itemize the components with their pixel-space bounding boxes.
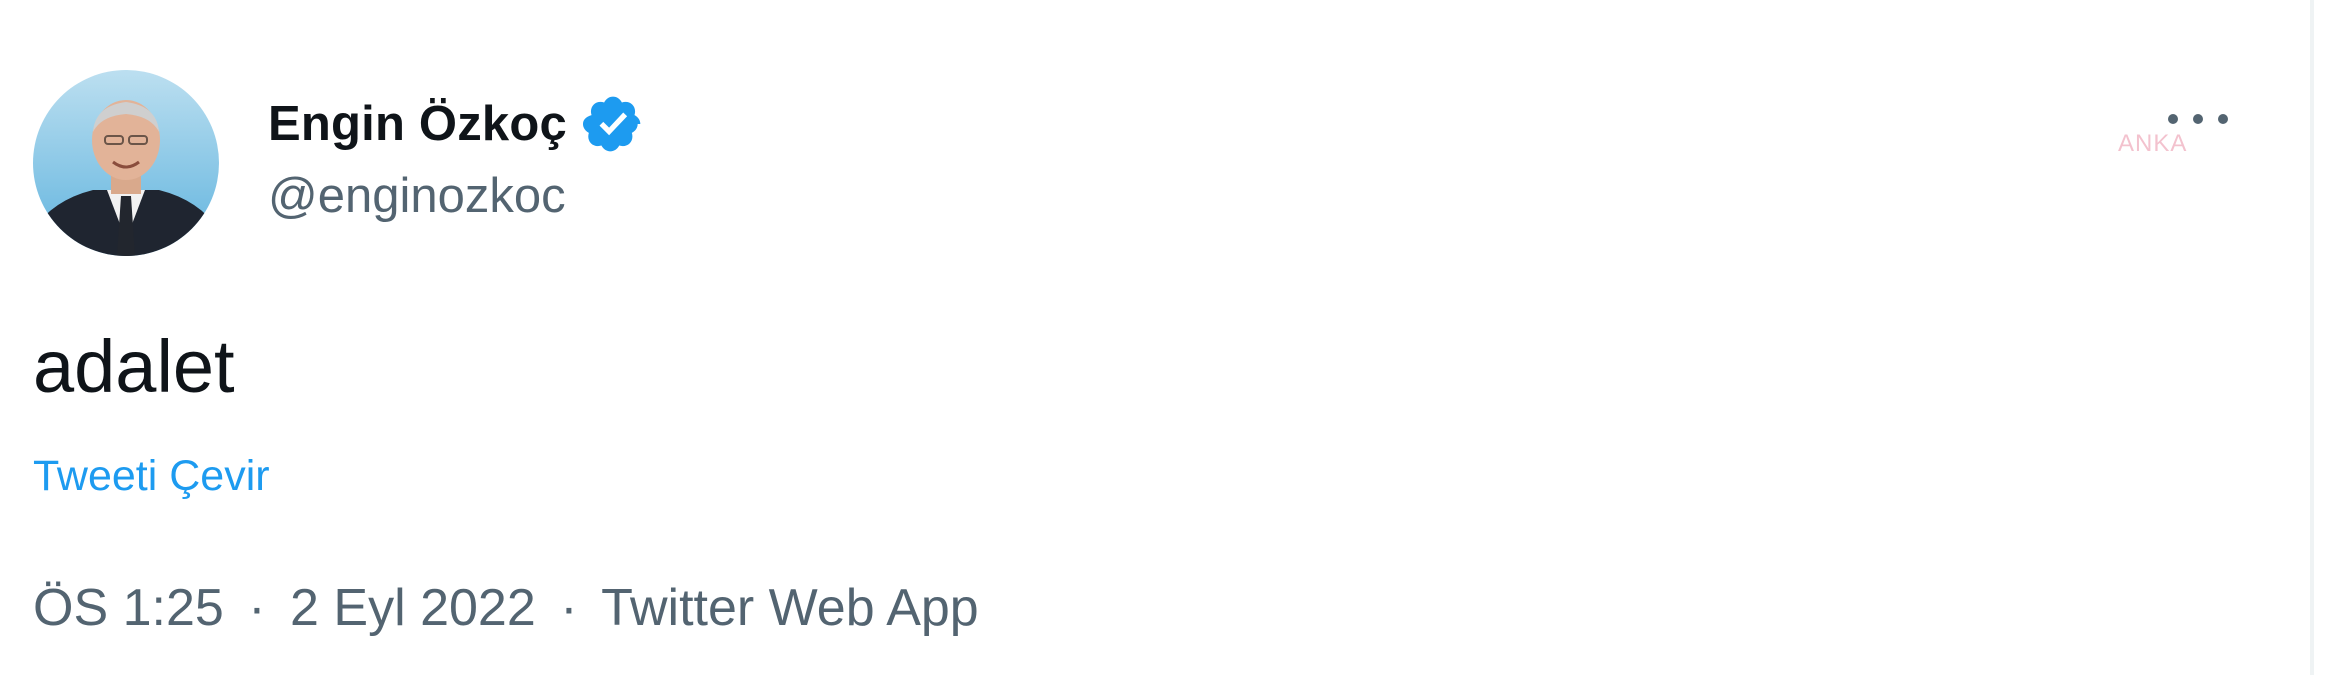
meta-separator: · [248, 579, 266, 637]
avatar[interactable] [33, 70, 219, 256]
tweet-card: Engin Özkoç @enginozkoc ANKA adalet Twee… [0, 0, 2310, 675]
tweet-text: adalet [33, 325, 235, 408]
avatar-image [33, 70, 219, 256]
verified-badge-icon [581, 92, 645, 156]
translate-tweet-link[interactable]: Tweeti Çevir [33, 452, 270, 501]
name-row: Engin Özkoç [268, 88, 645, 160]
tweet-source: Twitter Web App [601, 579, 979, 637]
tweet-metadata: ÖS 1:25 · 2 Eyl 2022 · Twitter Web App [33, 578, 979, 638]
display-name[interactable]: Engin Özkoç [268, 96, 567, 152]
author-block: Engin Özkoç @enginozkoc [268, 88, 645, 224]
tweet-time[interactable]: ÖS 1:25 [33, 579, 224, 637]
watermark-text: ANKA [2118, 130, 2188, 157]
tweet-date[interactable]: 2 Eyl 2022 [290, 579, 536, 637]
column-border [2310, 0, 2314, 675]
user-handle[interactable]: @enginozkoc [268, 168, 645, 224]
meta-separator: · [560, 579, 578, 637]
